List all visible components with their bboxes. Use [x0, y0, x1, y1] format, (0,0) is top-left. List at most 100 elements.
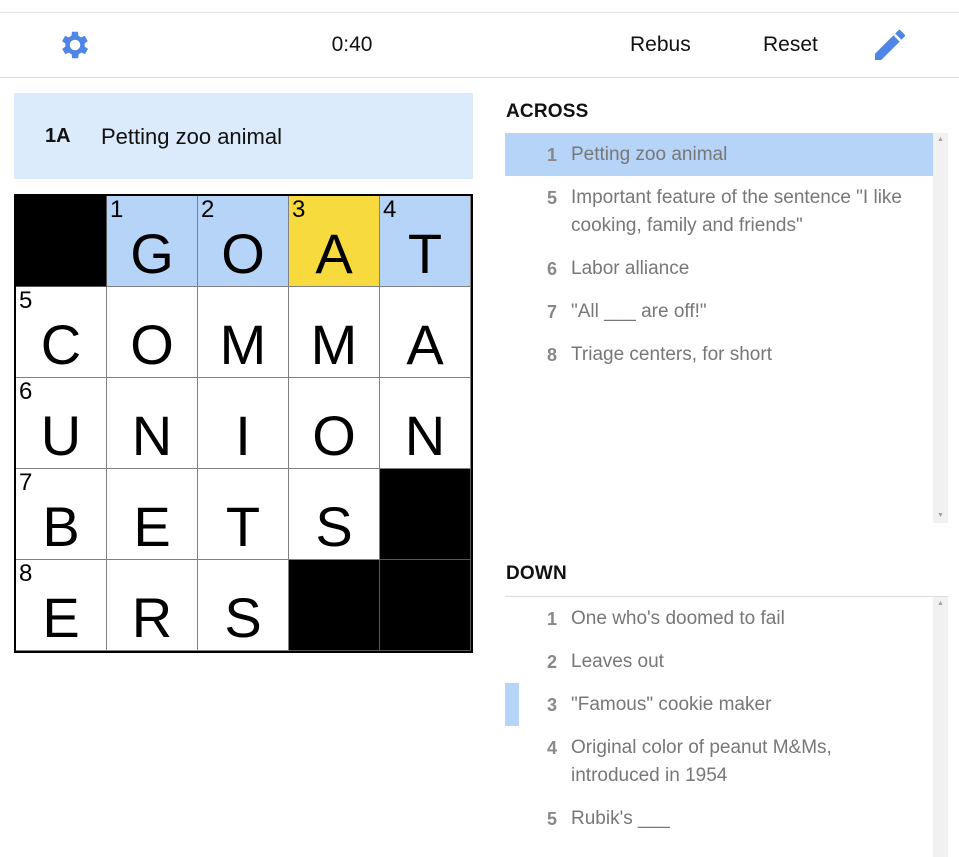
clue-number: 5 [546, 188, 557, 208]
across-scrollbar[interactable]: ▲ ▼ [933, 133, 948, 523]
black-cell [380, 469, 471, 560]
cell-letter: T [407, 222, 443, 285]
down-clue-item[interactable]: 5 Rubik's ___ [505, 797, 933, 840]
grid-cell[interactable]: 4T [380, 196, 471, 287]
grid-cell[interactable]: R [107, 560, 198, 651]
cell-letter: N [404, 404, 446, 467]
cell-letter: E [133, 495, 171, 558]
across-title: ACROSS [506, 101, 589, 122]
cell-letter: S [224, 586, 262, 649]
cell-number: 4 [383, 196, 397, 223]
cell-letter: O [221, 222, 265, 285]
cell-letter: A [315, 222, 353, 285]
grid-cell[interactable]: 2O [198, 196, 289, 287]
clue-number: 4 [546, 738, 557, 758]
down-scrollbar[interactable]: ▲ [933, 597, 948, 857]
clue-text: "Famous" cookie maker [571, 694, 772, 715]
cell-letter: U [40, 404, 82, 467]
rebus-button[interactable]: Rebus [630, 33, 691, 57]
grid-cell[interactable]: E [107, 469, 198, 560]
cell-letter: A [406, 313, 444, 376]
cell-letter: S [315, 495, 353, 558]
across-clue-item[interactable]: 6 Labor alliance [505, 247, 933, 290]
grid-cell[interactable]: 6U [16, 378, 107, 469]
cell-number: 5 [19, 287, 33, 314]
grid-cell[interactable]: N [380, 378, 471, 469]
grid-cell[interactable]: 5C [16, 287, 107, 378]
clue-text: Important feature of the sentence "I lik… [571, 187, 902, 236]
clue-text: Labor alliance [571, 258, 690, 279]
cell-letter: G [130, 222, 174, 285]
scroll-up-arrow-icon[interactable]: ▲ [933, 133, 948, 147]
grid-cell[interactable]: N [107, 378, 198, 469]
down-clue-list: 1 One who's doomed to fail 2 Leaves out 3 "Fa… [505, 596, 948, 857]
cell-letter: O [130, 313, 174, 376]
clue-text: Triage centers, for short [571, 344, 772, 365]
cell-letter: M [310, 313, 358, 376]
clue-number: 5 [546, 809, 557, 829]
across-clue-item[interactable]: 8 Triage centers, for short [505, 333, 933, 376]
grid-cell[interactable]: A [380, 287, 471, 378]
cell-number: 3 [292, 196, 306, 223]
down-clue-item[interactable]: 4 Original color of peanut M&Ms, introduc… [505, 726, 933, 797]
current-clue-number: 1A [45, 125, 71, 147]
cell-number: 7 [19, 469, 33, 496]
grid-cell[interactable]: 1G [107, 196, 198, 287]
grid-cell[interactable]: M [289, 287, 380, 378]
cell-letter: N [131, 404, 173, 467]
clue-number: 1 [546, 609, 557, 629]
across-clue-item[interactable]: 5 Important feature of the sentence "I li… [505, 176, 933, 247]
reset-button[interactable]: Reset [763, 33, 818, 57]
current-clue-text: Petting zoo animal [101, 124, 282, 149]
clue-number: 3 [546, 695, 557, 715]
cell-letter: T [225, 495, 261, 558]
down-clue-item[interactable]: 2 Leaves out [505, 640, 933, 683]
grid-cell[interactable]: I [198, 378, 289, 469]
across-clue-item[interactable]: 1 Petting zoo animal [505, 133, 933, 176]
across-clue-list: 1 Petting zoo animal 5 Important feature of… [505, 133, 948, 523]
clue-text: "All ___ are off!" [571, 301, 707, 322]
cell-number: 2 [201, 196, 215, 223]
cell-letter: O [312, 404, 356, 467]
scroll-up-arrow-icon[interactable]: ▲ [933, 597, 948, 611]
cell-letter: I [235, 404, 251, 467]
cell-number: 8 [19, 560, 33, 587]
clue-number: 1 [546, 145, 557, 165]
grid-cell[interactable]: T [198, 469, 289, 560]
down-clue-item[interactable]: 3 "Famous" cookie maker [505, 683, 933, 726]
crossword-grid: 1G2O3A4T5COMMA6UNION7BETS8ERS [14, 194, 473, 653]
clue-number: 2 [546, 652, 557, 672]
black-cell [380, 560, 471, 651]
scroll-down-arrow-icon[interactable]: ▼ [933, 509, 948, 523]
grid-cell[interactable]: M [198, 287, 289, 378]
grid-cell[interactable]: S [289, 469, 380, 560]
clue-text: Rubik's ___ [571, 808, 670, 829]
cell-letter: C [40, 313, 82, 376]
black-cell [289, 560, 380, 651]
clue-number: 7 [546, 302, 557, 322]
cell-letter: M [219, 313, 267, 376]
down-clue-item[interactable]: 1 One who's doomed to fail [505, 597, 933, 640]
grid-cell[interactable]: 8E [16, 560, 107, 651]
cell-letter: E [42, 586, 80, 649]
clue-text: Petting zoo animal [571, 144, 728, 165]
grid-cell[interactable]: O [107, 287, 198, 378]
black-cell [16, 196, 107, 287]
pencil-icon[interactable] [870, 25, 910, 65]
clue-number: 6 [546, 259, 557, 279]
timer: 0:40 [331, 33, 373, 56]
grid-cell[interactable]: O [289, 378, 380, 469]
toolbar: 0:40 Rebus Reset [0, 13, 959, 78]
grid-cell[interactable]: 7B [16, 469, 107, 560]
cell-number: 1 [110, 196, 124, 223]
cell-number: 6 [19, 378, 33, 405]
across-clue-item[interactable]: 7 "All ___ are off!" [505, 290, 933, 333]
down-title: DOWN [506, 563, 567, 584]
grid-cell[interactable]: S [198, 560, 289, 651]
clue-text: One who's doomed to fail [571, 608, 785, 629]
clue-number: 8 [546, 345, 557, 365]
gear-icon[interactable] [57, 27, 93, 63]
grid-cell[interactable]: 3A [289, 196, 380, 287]
clue-text: Original color of peanut M&Ms, introduce… [571, 737, 832, 786]
cell-letter: B [42, 495, 80, 558]
